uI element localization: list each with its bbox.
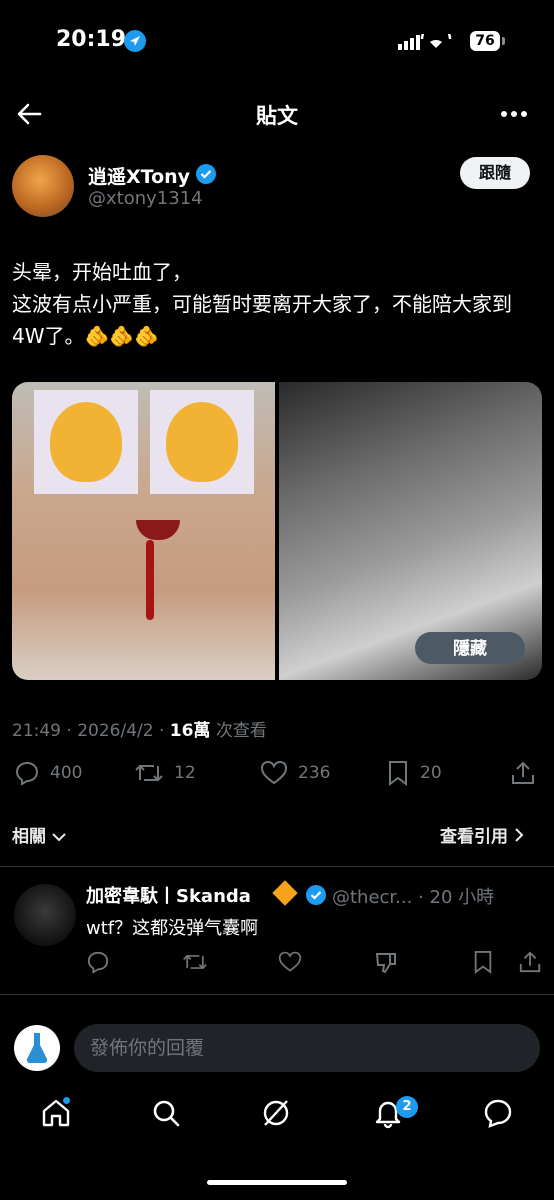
notifications-badge: 2 (396, 1096, 418, 1118)
location-icon (124, 30, 146, 52)
bookmark-icon[interactable] (472, 950, 494, 974)
like-action[interactable]: 236 (260, 760, 330, 786)
heart-icon[interactable] (278, 950, 302, 974)
reply-actions (86, 950, 546, 976)
reply-verified-icon (306, 885, 326, 905)
views-suffix: 次查看 (210, 721, 267, 741)
sticker-left (34, 390, 138, 494)
more-options-icon[interactable] (500, 104, 528, 124)
view-quotes-link[interactable]: 查看引用 (440, 822, 524, 847)
author-avatar[interactable] (12, 155, 74, 217)
blood-drip (146, 540, 154, 620)
reply-handle-time[interactable]: @thecr... · 20 小時 (332, 883, 494, 909)
chevron-down-icon (52, 833, 66, 842)
post-actions: 400 12 236 20 (0, 760, 554, 794)
share-icon[interactable] (518, 950, 542, 974)
diamond-icon (272, 880, 298, 906)
retweet-icon[interactable] (182, 950, 208, 974)
view-quotes-label: 查看引用 (440, 827, 508, 847)
like-count: 236 (298, 763, 331, 783)
reply-avatar[interactable] (14, 884, 76, 946)
grok-icon[interactable] (260, 1097, 292, 1129)
bookmark-count: 20 (420, 763, 442, 783)
home-indicator (207, 1180, 347, 1185)
heart-icon (260, 760, 288, 785)
home-unread-dot (63, 1097, 70, 1104)
dislike-icon[interactable] (374, 950, 398, 974)
related-dropdown[interactable]: 相關 (12, 822, 66, 847)
bottom-nav (0, 1085, 554, 1145)
follow-button[interactable]: 跟隨 (460, 157, 530, 189)
related-label: 相關 (12, 827, 46, 847)
author-name[interactable]: 逍遥XTony (88, 162, 190, 189)
hide-media-button[interactable]: 隱藏 (415, 632, 525, 664)
reply-count: 400 (50, 763, 83, 783)
page-title: 貼文 (256, 104, 298, 128)
views-count: 16萬 (169, 721, 211, 741)
post-media[interactable]: 隱藏 (12, 382, 542, 680)
mouth-area (136, 520, 180, 540)
reply-author-name[interactable]: 加密韋馱丨Skanda (86, 882, 251, 908)
post-timestamp: 21:49 · 2026/4/2 · (12, 721, 170, 741)
bookmark-action[interactable]: 20 (386, 760, 442, 786)
battery-level: 76 (470, 31, 500, 51)
signal-icon (398, 34, 462, 50)
status-time: 20:19 (56, 27, 127, 52)
retweet-count: 12 (174, 763, 196, 783)
retweet-icon (135, 764, 163, 782)
user-avatar[interactable] (14, 1025, 60, 1071)
share-action[interactable] (510, 760, 536, 786)
reply-action[interactable]: 400 (14, 760, 82, 786)
messages-icon[interactable] (482, 1097, 514, 1129)
search-icon[interactable] (150, 1097, 182, 1129)
chevron-right-icon (515, 828, 524, 842)
share-icon (512, 761, 534, 784)
reply-input[interactable]: 發佈你的回覆 (74, 1024, 540, 1072)
reply-icon (15, 761, 39, 786)
face-photo[interactable] (12, 382, 275, 680)
divider (0, 994, 554, 995)
car-damage-photo[interactable]: 隱藏 (279, 382, 542, 680)
sticker-right (150, 390, 254, 494)
retweet-action[interactable]: 12 (134, 760, 196, 786)
verified-badge-icon (196, 164, 216, 184)
reply-text: wtf？这都没弹气囊啊 (86, 918, 259, 939)
post-meta: 21:49 · 2026/4/2 · 16萬 次查看 (12, 716, 267, 741)
divider (0, 866, 554, 867)
author-handle[interactable]: @xtony1314 (88, 188, 203, 209)
reply-icon[interactable] (86, 950, 110, 974)
battery-tip (502, 37, 505, 45)
bookmark-icon (389, 761, 407, 786)
post-text: 头晕，开始吐血了， 这波有点小严重，可能暂时要离开大家了，不能陪大家到4W了。🫵… (12, 260, 512, 348)
